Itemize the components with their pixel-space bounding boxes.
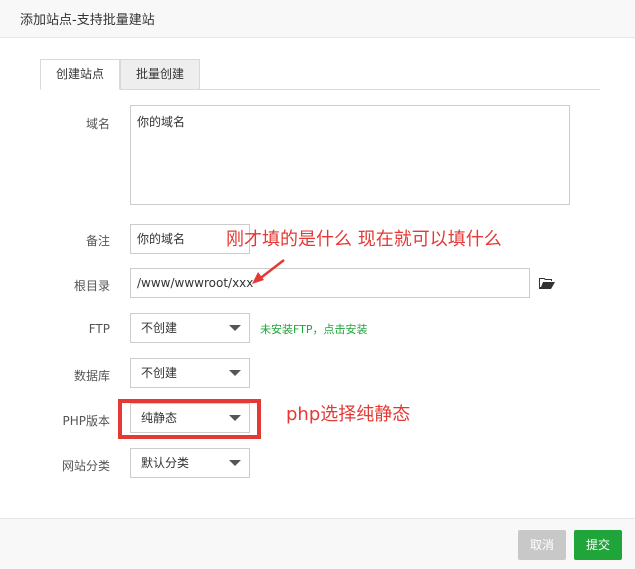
dialog-titlebar: 添加站点-支持批量建站 xyxy=(0,0,635,38)
ftp-label: FTP xyxy=(88,322,110,336)
database-select-value: 不创建 xyxy=(141,366,178,380)
database-label: 数据库 xyxy=(73,369,110,383)
php-version-label: PHP版本 xyxy=(62,414,111,428)
dialog-title: 添加站点-支持批量建站 xyxy=(20,13,155,28)
chevron-down-icon xyxy=(229,460,241,466)
php-highlight-box xyxy=(118,399,261,439)
ftp-select[interactable]: 不创建 xyxy=(130,313,250,343)
chevron-down-icon xyxy=(229,370,241,376)
database-select[interactable]: 不创建 xyxy=(130,358,250,388)
folder-open-icon[interactable] xyxy=(539,278,555,290)
dialog-footer: 取消 提交 xyxy=(0,518,635,569)
domain-textarea[interactable]: 你的域名 xyxy=(130,105,570,205)
tab-batch-create[interactable]: 批量创建 xyxy=(120,59,200,90)
remark-annotation: 刚才填的是什么 现在就可以填什么 xyxy=(226,229,502,250)
php-annotation: php选择纯静态 xyxy=(286,404,411,425)
site-category-label: 网站分类 xyxy=(61,459,110,473)
root-dir-label: 根目录 xyxy=(73,279,110,293)
site-category-select[interactable]: 默认分类 xyxy=(130,448,250,478)
root-dir-input[interactable]: /www/wwwroot/xxx xyxy=(130,268,530,298)
chevron-down-icon xyxy=(229,325,241,331)
tab-bar: 创建站点 批量创建 xyxy=(40,59,600,90)
red-arrow-icon xyxy=(252,259,285,284)
cancel-button[interactable]: 取消 xyxy=(518,530,566,560)
ftp-select-value: 不创建 xyxy=(141,321,178,335)
ftp-install-link[interactable]: 未安装FTP，点击安装 xyxy=(260,321,368,337)
remark-label: 备注 xyxy=(85,234,110,248)
site-category-select-value: 默认分类 xyxy=(141,456,190,470)
tab-create-site[interactable]: 创建站点 xyxy=(40,59,120,90)
domain-label: 域名 xyxy=(85,117,110,131)
submit-button[interactable]: 提交 xyxy=(574,530,622,560)
